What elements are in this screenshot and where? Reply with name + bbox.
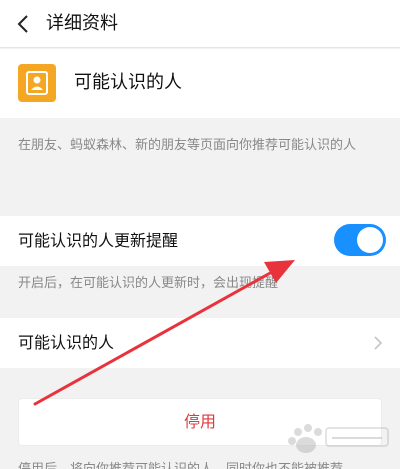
page-title: 详细资料 xyxy=(46,13,118,34)
chevron-right-icon xyxy=(372,335,384,351)
profile-name: 可能认识的人 xyxy=(74,72,182,93)
disable-footnote: 停用后，将向你推荐可能认识的人，同时你也不能被推荐 xyxy=(18,460,343,469)
update-reminder-toggle[interactable] xyxy=(334,224,386,256)
profile-description: 在朋友、蚂蚁森林、新的朋友等页面向你推荐可能认识的人 xyxy=(18,138,357,153)
people-you-may-know-label: 可能认识的人 xyxy=(18,333,115,352)
update-reminder-label: 可能认识的人更新提醒 xyxy=(18,231,179,250)
toggle-knob xyxy=(357,227,383,253)
baidu-watermark-logo xyxy=(284,418,394,458)
top-bar: 详细资料 xyxy=(0,0,400,48)
back-arrow-icon[interactable] xyxy=(12,12,36,36)
profile-card: 可能认识的人 xyxy=(0,49,400,118)
people-you-may-know-row[interactable]: 可能认识的人 xyxy=(0,318,400,368)
update-reminder-hint: 开启后，在可能认识的人更新时，会出现提醒 xyxy=(18,276,279,291)
contact-card-icon xyxy=(18,64,56,102)
update-reminder-row: 可能认识的人更新提醒 xyxy=(0,216,400,266)
